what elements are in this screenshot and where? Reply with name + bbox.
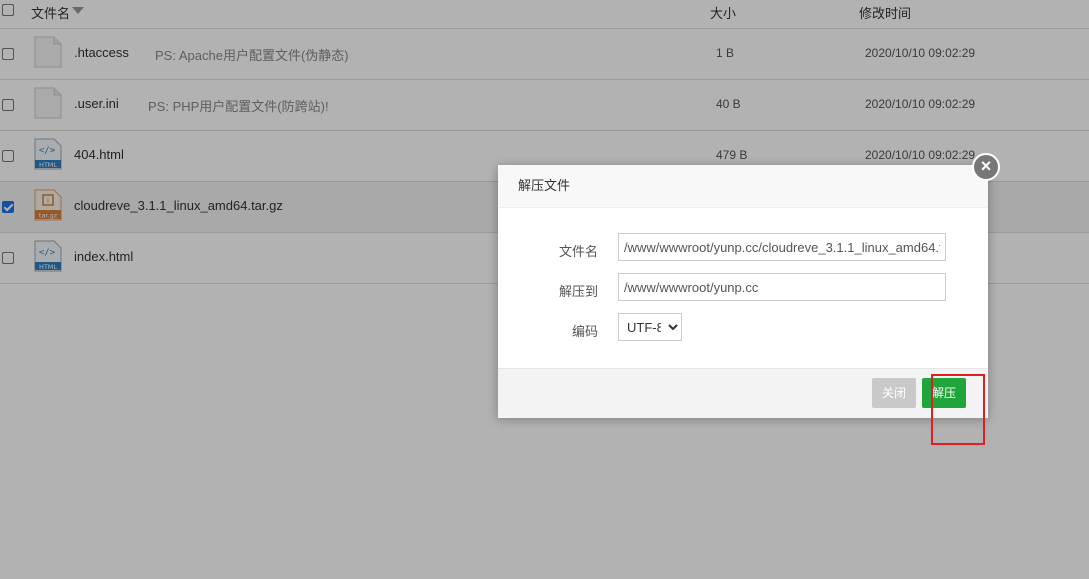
close-icon[interactable]: × — [972, 153, 1000, 181]
filename-input[interactable] — [618, 233, 946, 261]
highlight-box — [931, 374, 985, 445]
extract-to-input[interactable] — [618, 273, 946, 301]
close-button[interactable]: 关闭 — [872, 378, 917, 408]
extract-to-label: 解压到 — [558, 284, 598, 299]
dialog-title: 解压文件 — [498, 165, 988, 208]
dialog-footer: 关闭 解压 — [498, 368, 988, 418]
encoding-select[interactable]: UTF-8 — [618, 313, 682, 341]
encoding-label: 编码 — [571, 324, 598, 339]
filename-label: 文件名 — [558, 244, 598, 259]
extract-dialog: 解压文件 × 文件名 解压到 编码 UTF-8 关闭 解压 — [498, 153, 1000, 418]
